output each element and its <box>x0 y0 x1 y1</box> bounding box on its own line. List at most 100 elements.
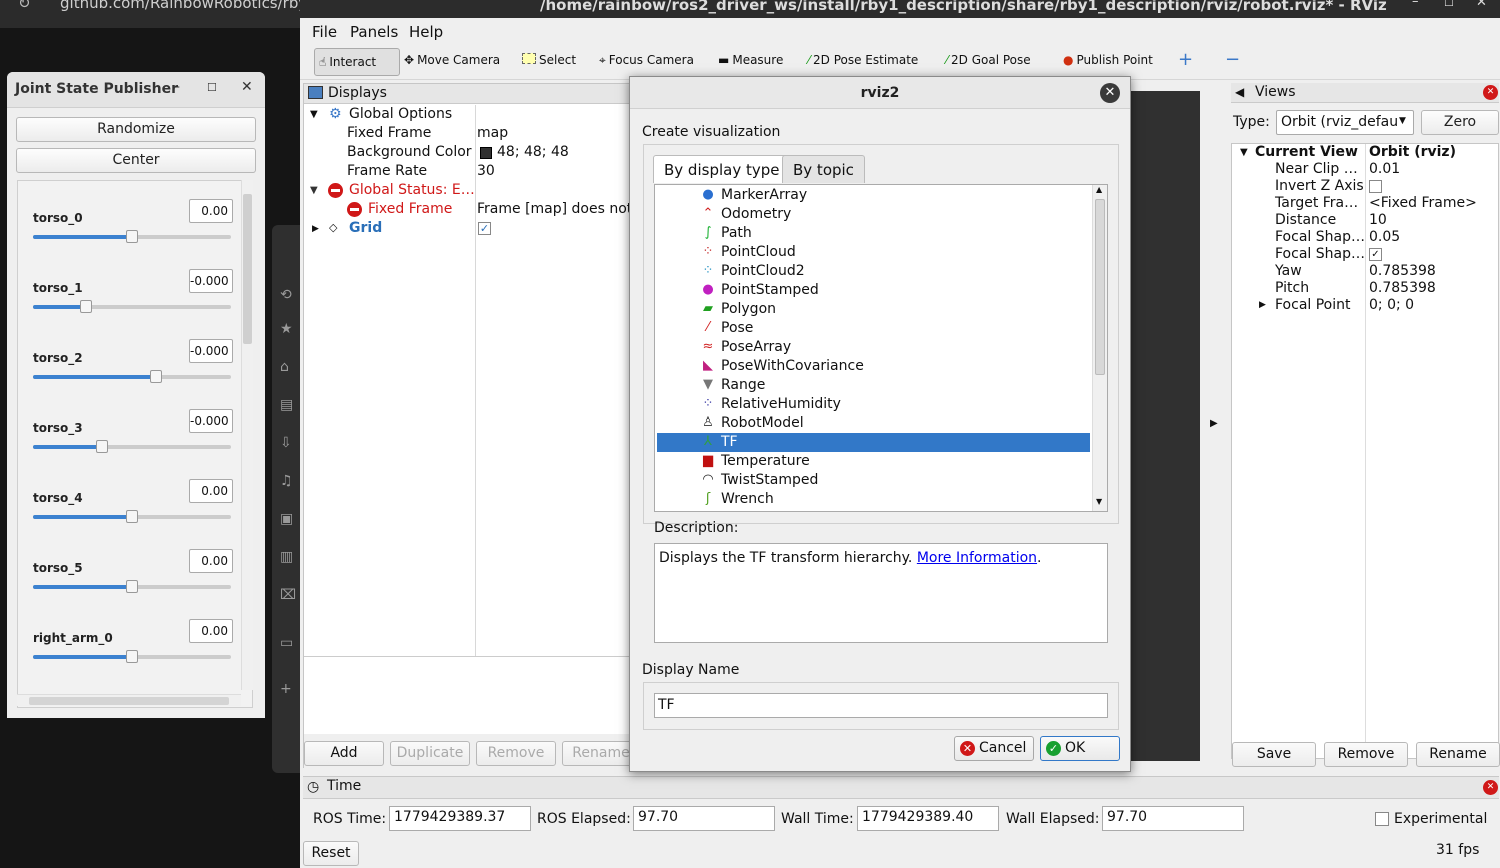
view-property-row[interactable]: Near Clip … 0.01 <box>1232 161 1498 178</box>
joint-slider[interactable] <box>33 580 231 593</box>
duplicate-display-button[interactable]: Duplicate <box>390 741 470 766</box>
display-type-item[interactable]: ♙ RobotModel <box>657 414 1090 433</box>
display-type-item[interactable]: ⅄ TF <box>657 433 1090 452</box>
tree-fixed-frame[interactable]: Fixed Frame map <box>304 125 642 144</box>
slider-handle[interactable] <box>149 370 162 383</box>
ok-button[interactable]: ✓ OK <box>1040 736 1120 761</box>
views-rename-button[interactable]: Rename <box>1416 742 1500 767</box>
property-value[interactable]: 0.01 <box>1369 161 1400 177</box>
view-property-row[interactable]: Yaw 0.785398 <box>1232 263 1498 280</box>
joint-slider[interactable] <box>33 510 231 523</box>
tree-global-status[interactable]: ▼ Global Status: E… <box>304 182 642 201</box>
tool-publish-point[interactable]: ● Publish Point <box>1063 53 1153 67</box>
joint-slider[interactable] <box>33 650 231 663</box>
display-type-item[interactable]: ʃ Wrench <box>657 490 1090 509</box>
color-swatch[interactable] <box>480 147 492 159</box>
property-value[interactable]: 0.05 <box>1369 229 1400 245</box>
tree-frame-rate[interactable]: Frame Rate 30 <box>304 163 642 182</box>
scroll-up-icon[interactable]: ▲ <box>1096 185 1102 194</box>
grid-enable-checkbox[interactable]: ✓ <box>478 222 491 235</box>
display-type-item[interactable]: ◣ PoseWithCovariance <box>657 357 1090 376</box>
tab-by-topic[interactable]: By topic <box>782 155 865 183</box>
joints-vertical-scrollbar[interactable] <box>241 180 253 690</box>
videos-icon[interactable]: ▥ <box>280 549 293 565</box>
tree-grid[interactable]: ▶ ◇ Grid ✓ <box>304 220 642 239</box>
tree-background-color[interactable]: Background Color 48; 48; 48 <box>304 144 642 163</box>
view-property-row[interactable]: Pitch 0.785398 <box>1232 280 1498 297</box>
tool-interact[interactable]: ☝ Interact <box>314 48 400 76</box>
joint-value-field[interactable]: 0.00 <box>189 619 233 643</box>
views-remove-button[interactable]: Remove <box>1324 742 1408 767</box>
display-type-item[interactable]: ∫ Path <box>657 224 1090 243</box>
3d-render-view[interactable] <box>1130 91 1200 761</box>
joint-value-field[interactable]: 0.00 <box>189 549 233 573</box>
display-type-item[interactable]: ▼ Range <box>657 376 1090 395</box>
home-icon[interactable]: ⌂ <box>280 359 289 375</box>
joint-value-field[interactable]: -0.000 <box>189 339 233 363</box>
joint-slider[interactable] <box>33 300 231 313</box>
close-icon[interactable]: ✕ <box>241 79 253 95</box>
expand-arrow-icon[interactable]: ▼ <box>1240 147 1248 158</box>
drive-icon[interactable]: ▭ <box>280 635 293 651</box>
document-icon[interactable]: ▤ <box>280 397 293 413</box>
slider-handle[interactable] <box>126 510 138 523</box>
dialog-close-icon[interactable]: ✕ <box>1100 83 1120 103</box>
property-value[interactable]: 0.785398 <box>1369 280 1436 296</box>
minimize-icon[interactable]: – <box>173 79 180 95</box>
maximize-icon[interactable]: ☐ <box>207 81 217 94</box>
view-property-row[interactable]: Invert Z Axis <box>1232 178 1498 195</box>
invert-z-checkbox[interactable] <box>1369 180 1382 193</box>
trash-icon[interactable]: ⌧ <box>280 587 296 603</box>
menu-help[interactable]: Help <box>409 23 443 41</box>
display-type-item[interactable]: ⁘ PointCloud2 <box>657 262 1090 281</box>
display-type-item[interactable]: ● PointStamped <box>657 281 1090 300</box>
joint-value-field[interactable]: 0.00 <box>189 199 233 223</box>
display-type-item[interactable]: ▆ Temperature <box>657 452 1090 471</box>
display-type-item[interactable]: ⌃ Odometry <box>657 205 1090 224</box>
list-scrollbar[interactable]: ▲ ▼ <box>1092 185 1107 511</box>
star-icon[interactable]: ★ <box>280 321 293 337</box>
display-type-item[interactable]: ⁘ RelativeHumidity <box>657 395 1090 414</box>
view-property-row[interactable]: ▶ Focal Point 0; 0; 0 <box>1232 297 1498 314</box>
cancel-button[interactable]: ✕ Cancel <box>954 736 1034 761</box>
ros-elapsed-field[interactable]: 97.70 <box>633 806 775 831</box>
view-property-row[interactable]: Focal Shap… ✓ <box>1232 246 1498 263</box>
focal-shape-checkbox[interactable]: ✓ <box>1369 248 1382 261</box>
tool-move-camera[interactable]: ✥ Move Camera <box>404 53 500 67</box>
panel-splitter[interactable] <box>304 656 642 657</box>
display-type-list[interactable]: ● MarkerArray ⌃ Odometry ∫ Path ⁘ PointCloud ⁘ Po… <box>654 184 1108 512</box>
pictures-icon[interactable]: ▣ <box>280 511 293 527</box>
display-type-item[interactable]: ◠ TwistStamped <box>657 471 1090 490</box>
joint-value-field[interactable]: -0.000 <box>189 409 233 433</box>
reload-icon[interactable]: ↻ <box>18 0 31 12</box>
tree-global-options[interactable]: ▼ ⚙ Global Options <box>304 106 642 125</box>
property-value[interactable]: 10 <box>1369 212 1387 228</box>
time-close-icon[interactable]: ✕ <box>1483 780 1498 795</box>
more-information-link[interactable]: More Information <box>917 550 1037 566</box>
slider-handle[interactable] <box>126 230 138 243</box>
menu-panels[interactable]: Panels <box>350 23 398 41</box>
property-value[interactable]: 0; 0; 0 <box>1369 297 1414 313</box>
tool-measure[interactable]: ▬ Measure <box>718 53 783 67</box>
slider-handle[interactable] <box>126 650 138 663</box>
display-type-item[interactable]: ⁄ Pose <box>657 319 1090 338</box>
add-location-icon[interactable]: + <box>280 681 292 697</box>
collapse-arrow-icon[interactable]: ▶ <box>312 224 319 234</box>
property-value[interactable]: <Fixed Frame> <box>1369 195 1477 211</box>
browser-url[interactable]: github.com/RainbowRobotics/rby <box>60 0 307 12</box>
wall-time-field[interactable]: 1779429389.40 <box>857 806 999 831</box>
slider-handle[interactable] <box>126 580 138 593</box>
experimental-checkbox[interactable] <box>1375 812 1389 826</box>
view-type-select[interactable]: Orbit (rviz_defau ▼ <box>1276 110 1414 135</box>
view-property-row[interactable]: Focal Shap… 0.05 <box>1232 229 1498 246</box>
view-property-row[interactable]: Distance 10 <box>1232 212 1498 229</box>
collapse-arrow-icon[interactable]: ▶ <box>1259 300 1266 310</box>
view-property-row[interactable]: Target Fra… <Fixed Frame> <box>1232 195 1498 212</box>
joint-slider[interactable] <box>33 440 231 453</box>
add-tool-icon[interactable]: + <box>1178 49 1193 70</box>
joint-slider[interactable] <box>33 370 231 383</box>
remove-tool-icon[interactable]: − <box>1225 49 1240 70</box>
wall-elapsed-field[interactable]: 97.70 <box>1102 806 1244 831</box>
zero-button[interactable]: Zero <box>1421 110 1499 135</box>
scrollbar-thumb[interactable] <box>1095 199 1105 375</box>
